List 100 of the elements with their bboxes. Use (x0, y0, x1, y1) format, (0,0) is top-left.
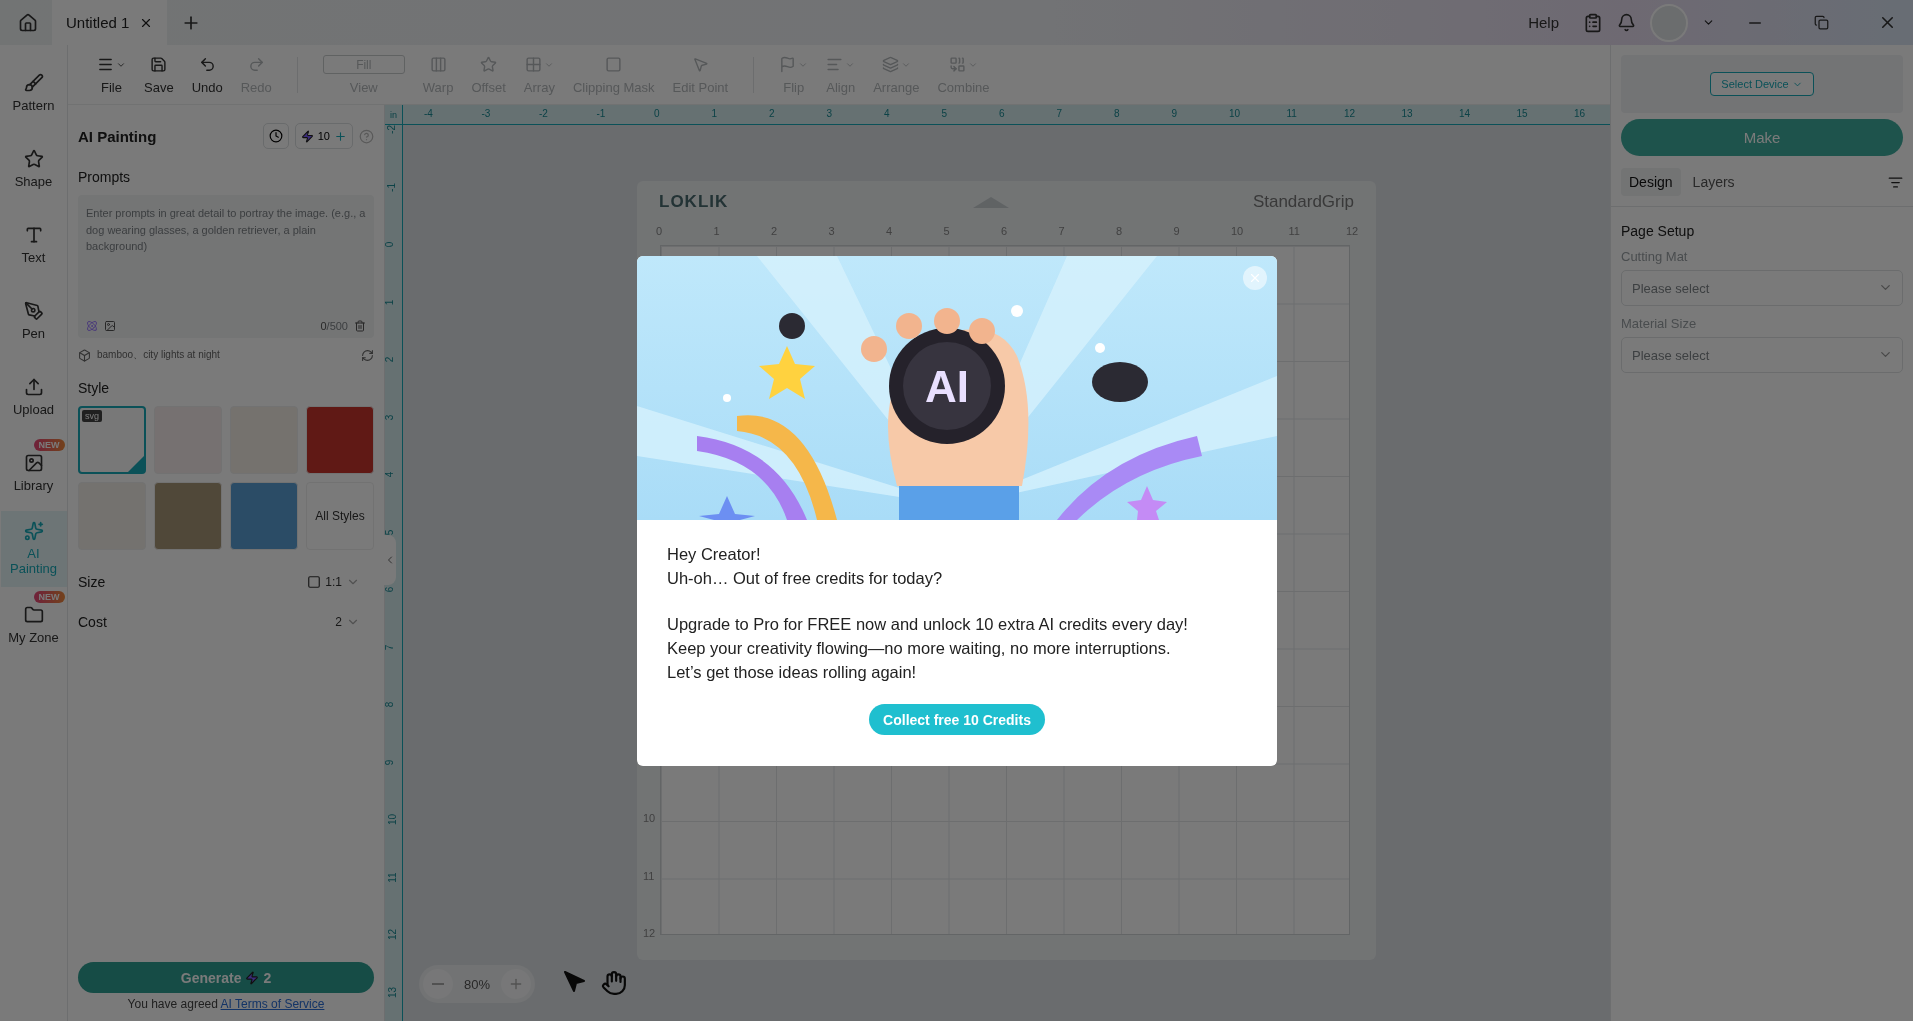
clock-icon (268, 129, 283, 143)
history-button[interactable] (262, 123, 289, 149)
mat-name: StandardGrip (1252, 192, 1354, 212)
dialog-message: Upgrade to Pro for FREE now and unlock 10 extra AI credits every day! Keep your creativity flowing—no more waiting, no more interruptions. Let’s get those ideas rolling again! (667, 614, 1189, 683)
ruler-tick: 5 (385, 529, 396, 535)
ruler-tick: 9 (1171, 108, 1178, 119)
ruler-tick: 0 (385, 241, 396, 248)
select-device-button[interactable]: Select Device (1710, 72, 1814, 96)
generate-button[interactable]: Generate 2 (78, 962, 374, 993)
help-icon[interactable] (359, 128, 374, 144)
save-icon (150, 56, 168, 73)
new-badge: NEW (33, 439, 65, 452)
ruler-tick: 9 (385, 759, 396, 765)
ruler-tick: 6 (385, 586, 396, 593)
ruler-tick: 1 (711, 108, 718, 119)
toolbar-button[interactable]: Save (137, 54, 181, 95)
select-field[interactable]: Please select (1621, 337, 1903, 373)
size-select[interactable]: 1:1 (307, 575, 360, 589)
ruler-tick: 3 (826, 108, 833, 119)
style-thumbnail[interactable]: svg (78, 406, 146, 474)
panel-title: AI Painting (78, 127, 158, 145)
toolbar-button[interactable]: Undo (184, 54, 230, 95)
ruler-tick: 16 (1574, 108, 1586, 119)
terms-link[interactable]: AI Terms of Service (220, 997, 325, 1011)
style-thumbnail[interactable] (230, 482, 298, 550)
terms-text: You have agreed AI Terms of Service (126, 997, 326, 1011)
ruler-tick: 8 (1114, 108, 1120, 119)
panel-tab[interactable]: Layers (1684, 168, 1743, 196)
pen-icon (23, 300, 44, 321)
ruler-tick: 7 (1056, 108, 1063, 119)
panel-tab[interactable]: Design (1621, 168, 1681, 196)
select-field[interactable]: Please select (1621, 270, 1903, 306)
sidebar-item[interactable]: Pen (0, 283, 67, 359)
upload-icon (23, 376, 44, 397)
menu-icon (97, 56, 114, 73)
ruler-tick: 14 (1459, 108, 1471, 119)
prompt-suggestion[interactable]: bamboo、city lights at night (97, 348, 220, 362)
list-icon[interactable] (1888, 174, 1903, 190)
layers-icon (881, 56, 899, 73)
credits-button[interactable]: 10 (294, 123, 353, 149)
image-icon (23, 452, 44, 473)
home-icon[interactable] (18, 12, 38, 33)
toolbar-button[interactable]: File (90, 54, 133, 95)
square-icon (307, 575, 322, 589)
ruler-tick: 12 (1344, 108, 1356, 119)
ruler-tick: 7 (385, 644, 396, 650)
style-thumbnail[interactable] (154, 482, 222, 550)
sidebar-item[interactable]: Upload (0, 359, 67, 435)
make-button[interactable]: Make (1621, 119, 1903, 156)
unit-label: in (385, 105, 403, 125)
sidebar-item[interactable]: AI Painting (0, 511, 67, 587)
ruler-tick: 3 (385, 414, 396, 420)
collect-credits-button[interactable]: Collect free 10 Credits (869, 704, 1045, 735)
atom-icon[interactable] (86, 320, 98, 332)
ruler-tick: 10 (1229, 108, 1241, 119)
bell-icon[interactable] (1617, 13, 1636, 32)
cost-select[interactable]: 2 (335, 615, 360, 629)
sidebar-item[interactable]: Text (0, 207, 67, 283)
ruler-tick: -2 (385, 125, 397, 134)
brush-icon (23, 72, 44, 93)
ruler-tick: 1 (385, 299, 396, 305)
ruler-tick: -2 (539, 108, 548, 119)
star-icon (480, 56, 498, 73)
style-thumbnail[interactable] (306, 406, 374, 474)
ruler-tick: -1 (596, 108, 606, 119)
ruler-tick: 2 (385, 356, 396, 363)
ruler-tick: 0 (654, 108, 660, 119)
minus-icon (432, 983, 444, 985)
grid-icon (524, 56, 542, 73)
hand-coin-drawing: AI (637, 256, 1277, 520)
square-icon (605, 56, 623, 73)
help-link[interactable]: Help (1528, 14, 1559, 31)
ruler-tick: 5 (941, 108, 948, 119)
lightning-icon (300, 129, 314, 143)
lightning-icon (245, 970, 260, 985)
sidebar-item[interactable]: Shape (0, 131, 67, 207)
size-label: Size (78, 574, 106, 590)
plus-icon (508, 976, 524, 992)
all-styles-button[interactable]: All Styles (306, 482, 374, 550)
undo-icon (198, 56, 216, 73)
ruler-tick: 4 (884, 108, 890, 119)
ruler-tick: 15 (1516, 108, 1528, 119)
sidebar-item[interactable]: NEW My Zone (0, 587, 67, 663)
trash-icon[interactable] (354, 320, 366, 332)
clipboard-icon[interactable] (1583, 12, 1603, 33)
zoom-out-button[interactable] (423, 969, 453, 999)
zoom-in-button[interactable] (501, 969, 531, 999)
document-tab[interactable]: Untitled 1 (52, 0, 168, 45)
ruler-tick: 12 (387, 928, 399, 941)
ruler-tick: 8 (385, 701, 396, 708)
redo-icon (247, 56, 265, 73)
close-button[interactable] (1243, 266, 1267, 290)
ruler-tick: -1 (385, 182, 397, 192)
sidebar-item[interactable]: NEW Library (0, 435, 67, 511)
sidebar-item[interactable]: Pattern (0, 55, 67, 131)
image-icon[interactable] (104, 320, 116, 332)
ruler-tick: 6 (999, 108, 1005, 119)
refresh-icon[interactable] (361, 348, 374, 362)
section-title: Page Setup (1621, 223, 1696, 239)
ruler-tick: 10 (387, 813, 399, 826)
